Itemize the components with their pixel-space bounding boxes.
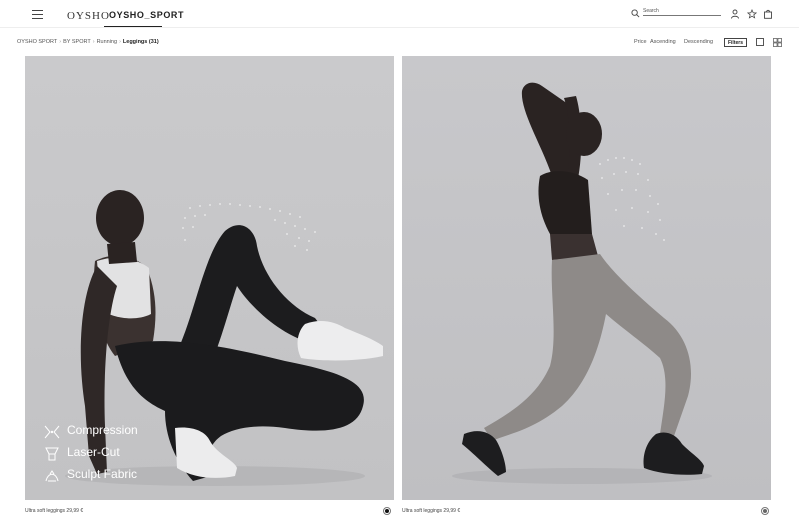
swatch-fill-product-2 bbox=[763, 509, 767, 513]
shopping-bag-icon[interactable] bbox=[763, 9, 773, 19]
feature-label: Sculpt Fabric bbox=[67, 467, 138, 481]
hamburger-menu-icon[interactable] bbox=[32, 10, 43, 19]
breadcrumb-item-by-sport[interactable]: BY SPORT bbox=[63, 39, 91, 45]
product-image[interactable] bbox=[402, 56, 771, 500]
product-price: 29,99 € bbox=[443, 508, 461, 514]
search-input[interactable] bbox=[643, 6, 721, 16]
header-divider bbox=[0, 27, 799, 28]
color-swatch[interactable] bbox=[761, 507, 769, 515]
breadcrumb-item-oysho-sport[interactable]: OYSHO SPORT bbox=[17, 39, 57, 45]
sort-ascending-button[interactable]: Ascending bbox=[650, 39, 676, 45]
user-icon[interactable] bbox=[730, 9, 740, 19]
breadcrumb-item-running[interactable]: Running bbox=[97, 39, 118, 45]
breadcrumb-current: Leggings (31) bbox=[122, 39, 159, 45]
wishlist-icon[interactable] bbox=[747, 9, 757, 19]
tab-oysho-sport[interactable]: OYSHO_SPORT bbox=[107, 8, 186, 26]
search-icon[interactable] bbox=[631, 9, 640, 18]
product-name: Ultra soft leggings bbox=[402, 508, 443, 514]
model-photo-leggings-grey bbox=[452, 82, 712, 484]
single-column-view-icon[interactable] bbox=[756, 38, 764, 46]
laser-cut-icon bbox=[45, 447, 59, 461]
filters-button[interactable]: Filters bbox=[724, 38, 747, 47]
product-caption[interactable]: Ultra soft leggings 29,99 € bbox=[25, 508, 83, 514]
sort-price-label: Price bbox=[634, 39, 647, 45]
grid-view-icon[interactable] bbox=[773, 38, 782, 47]
breadcrumb-separator: › bbox=[92, 39, 95, 45]
breadcrumb-separator: › bbox=[119, 39, 121, 45]
sort-descending-button[interactable]: Descending bbox=[684, 39, 713, 45]
breadcrumb-separator: › bbox=[59, 39, 62, 45]
compression-icon bbox=[44, 425, 60, 439]
swatch-fill-product-1 bbox=[385, 509, 389, 513]
oysho-logo[interactable]: OYSHO bbox=[67, 10, 110, 22]
color-swatch[interactable] bbox=[383, 507, 391, 515]
sculpt-icon bbox=[45, 470, 59, 482]
product-name: Ultra soft leggings bbox=[25, 508, 66, 514]
product-image[interactable]: Compression Laser-Cut Sculpt Fabric bbox=[25, 56, 394, 500]
feature-label: Laser-Cut bbox=[67, 445, 120, 459]
feature-label: Compression bbox=[67, 423, 138, 437]
product-caption[interactable]: Ultra soft leggings 29,99 € bbox=[402, 508, 460, 514]
product-price: 29,99 € bbox=[66, 508, 84, 514]
breadcrumb: OYSHO SPORT › BY SPORT › Running › Leggings (3… bbox=[17, 39, 159, 45]
